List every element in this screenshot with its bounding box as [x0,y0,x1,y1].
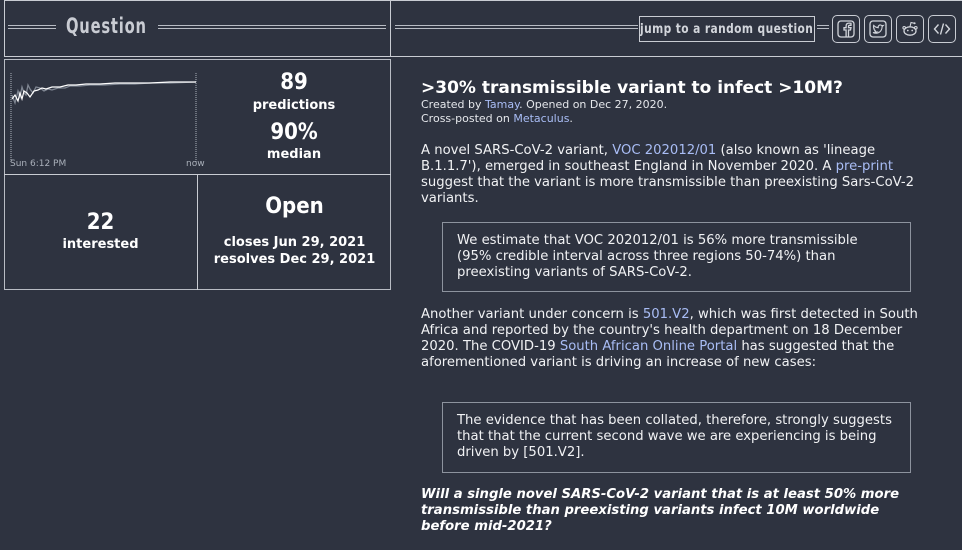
random-question-button[interactable]: jump to a random question [639,16,815,42]
embed-code-icon [933,23,951,35]
interested-label: interested [62,237,139,252]
interested-count: 22 [86,210,115,235]
status-label: Open [265,194,324,219]
question-crosspost: Cross-posted on Metaculus. [421,112,573,125]
median-label: median [266,147,322,162]
title-rule-right [158,25,386,29]
501v2-link[interactable]: 501.V2 [643,307,690,322]
title-rule-left [8,25,56,29]
header-divider [390,0,391,57]
reddit-icon [902,21,918,36]
quote-501v2: The evidence that has been collated, the… [442,402,911,473]
predictions-count: 89 [280,70,308,95]
preprint-link[interactable]: pre-print [836,159,893,174]
embed-button[interactable] [928,15,956,43]
paragraph-voc: A novel SARS-CoV-2 variant, VOC 202012/0… [421,143,915,206]
reddit-button[interactable] [896,15,924,43]
twitter-button[interactable] [864,15,892,43]
prediction-history-chart [10,73,197,163]
stats-vertical-divider [197,175,198,290]
title-rule-right3 [817,25,829,29]
page-title: Question [66,14,147,38]
header-top-border [4,0,962,1]
twitter-icon [869,20,887,38]
paragraph-501v2: Another variant under concern is 501.V2,… [421,307,918,370]
header-left-border [4,0,5,57]
facebook-icon [837,20,855,38]
question-statement: Will a single novel SARS-CoV-2 variant t… [421,487,900,534]
author-link[interactable]: Tamay [485,98,519,111]
resolves-date: resolves Dec 29, 2021 [213,252,376,267]
question-created: Created by Tamay. Opened on Dec 27, 2020… [421,98,668,111]
voc-link[interactable]: VOC 202012/01 [612,143,716,158]
facebook-button[interactable] [832,15,860,43]
predictions-label: predictions [252,98,336,113]
closes-date: closes Jun 29, 2021 [223,235,366,250]
question-title: >30% transmissible variant to infect >10… [421,78,843,98]
metaculus-link[interactable]: Metaculus [513,112,569,125]
header-bottom-border [4,56,962,57]
chart-start-label: Sun 6:12 PM [10,159,67,169]
median-value: 90% [270,120,318,145]
sa-portal-link[interactable]: South African Online Portal [560,339,737,354]
title-rule-right2 [395,25,638,29]
quote-voc: We estimate that VOC 202012/01 is 56% mo… [442,222,911,292]
